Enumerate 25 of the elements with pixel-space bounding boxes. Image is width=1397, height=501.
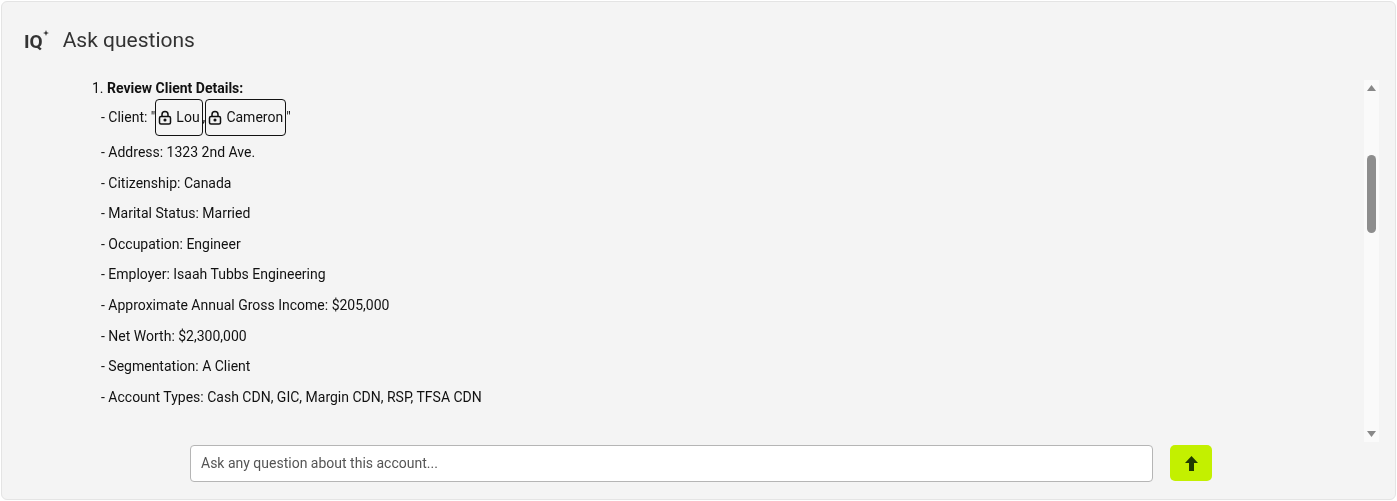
scrollbar-thumb[interactable] (1367, 155, 1376, 233)
send-button[interactable] (1170, 445, 1212, 481)
detail-line: - Citizenship: Canada (100, 173, 233, 193)
scroll-down-icon[interactable] (1367, 431, 1376, 437)
detail-line: - Employer: Isaah Tubbs Engineering (100, 265, 327, 285)
detail-line: - Occupation: Engineer (100, 234, 242, 254)
client-label: - Client: " (101, 107, 156, 127)
detail-line: - Address: 1323 2nd Ave. (100, 143, 257, 162)
sparkle-icon (42, 29, 49, 36)
client-name-chip: Cameron (205, 98, 287, 136)
question-field[interactable]: Ask any question about this account... (190, 444, 1153, 482)
up-arrow-icon (1184, 455, 1198, 471)
detail-line: - Segmentation: A Client (100, 357, 252, 377)
client-name-chip: Lou (155, 98, 203, 136)
detail-line: - Marital Status: Married (100, 204, 252, 224)
scroll-up-icon[interactable] (1367, 85, 1376, 91)
panel-title: Ask questions (62, 27, 195, 55)
section-heading: 1. Review Client Details: (92, 80, 245, 97)
detail-line: - Net Worth: $2,300,000 (100, 326, 248, 346)
logo: IQ (24, 31, 43, 51)
separator: , (202, 107, 206, 127)
scrollbar[interactable] (1364, 80, 1379, 442)
client-label-end: " (286, 107, 291, 127)
detail-line: - Account Types: Cash CDN, GIC, Margin CDN, RSP, TFSA CDN (100, 387, 483, 407)
detail-line: - Approximate Annual Gross Income: $205,000 (100, 295, 391, 315)
